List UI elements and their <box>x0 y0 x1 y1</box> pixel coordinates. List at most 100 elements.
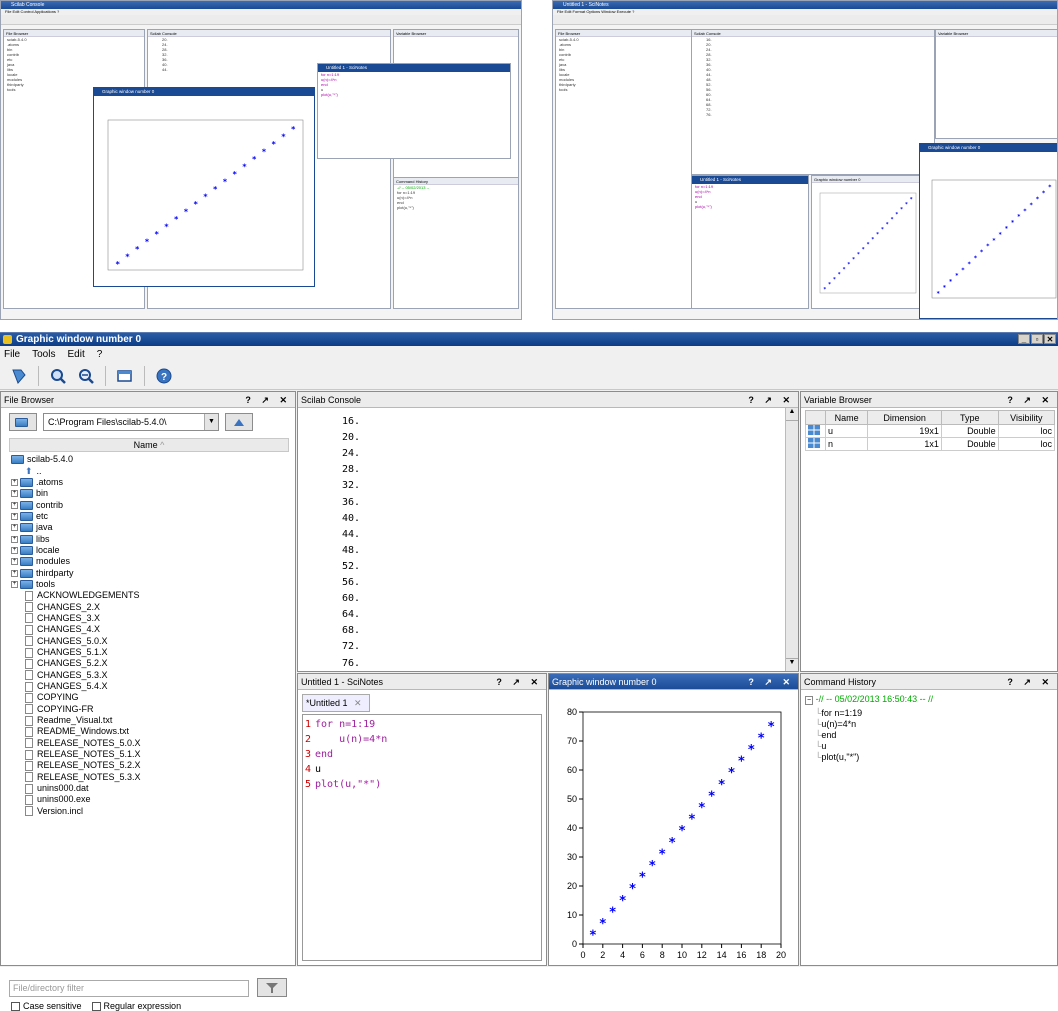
expand-icon[interactable]: + <box>11 512 18 520</box>
folder-item[interactable]: + modules <box>11 556 291 567</box>
code-line[interactable]: for n=1:19 <box>315 719 375 730</box>
folder-item[interactable]: + bin <box>11 488 291 499</box>
zoom-rotate-icon[interactable] <box>8 365 30 387</box>
chevron-down-icon[interactable]: ▼ <box>204 414 218 430</box>
expand-icon[interactable]: + <box>11 580 18 588</box>
expand-icon[interactable]: + <box>11 558 18 566</box>
dock-controls[interactable]: ? ↗ ✕ <box>245 392 291 408</box>
code-line[interactable]: u(n)=4*n <box>315 734 387 745</box>
expand-icon[interactable]: + <box>11 478 18 486</box>
file-item[interactable]: README_Windows.txt <box>11 726 291 737</box>
history-entry[interactable]: └end <box>815 730 836 740</box>
dimension-column-header[interactable]: Dimension <box>867 410 942 425</box>
data-point: * <box>679 824 686 839</box>
dock-controls[interactable]: ? ↗ ✕ <box>1007 674 1053 690</box>
close-button[interactable]: ✕ <box>1044 334 1056 344</box>
case-sensitive-checkbox[interactable]: Case sensitive <box>11 1001 82 1011</box>
datatip-icon[interactable] <box>114 365 136 387</box>
y-tick-label: 10 <box>567 910 577 920</box>
zoom-out-icon[interactable] <box>75 365 97 387</box>
expand-icon[interactable]: + <box>11 524 18 532</box>
toolbar-separator <box>105 365 106 386</box>
open-folder-button[interactable] <box>9 413 37 431</box>
menu-tools[interactable]: Tools <box>32 349 55 360</box>
file-item[interactable]: RELEASE_NOTES_5.3.X <box>11 772 291 783</box>
file-item[interactable]: CHANGES_5.2.X <box>11 658 291 669</box>
folder-item[interactable]: + thirdparty <box>11 567 291 578</box>
console-scrollbar[interactable]: ▲ ▼ <box>785 408 798 671</box>
folder-item[interactable]: + contrib <box>11 499 291 510</box>
file-item[interactable]: RELEASE_NOTES_5.0.X <box>11 738 291 749</box>
history-entry[interactable]: └u(n)=4*n <box>815 719 856 729</box>
tree-root[interactable]: scilab-5.4.0 <box>11 454 291 465</box>
file-item[interactable]: CHANGES_5.0.X <box>11 636 291 647</box>
history-entry[interactable]: └plot(u,"*") <box>815 752 859 762</box>
menu-edit[interactable]: Edit <box>67 349 84 360</box>
history-entry[interactable]: └for n=1:19 <box>815 708 862 718</box>
file-item[interactable]: CHANGES_3.X <box>11 613 291 624</box>
help-icon[interactable]: ? <box>153 365 175 387</box>
console-output[interactable]: 16. 20. 24. 28. 32. 36. 40. 44. 48. 52. 56. 60. 64. 6… <box>298 408 784 737</box>
file-icon <box>25 760 33 771</box>
file-item[interactable]: CHANGES_5.4.X <box>11 681 291 692</box>
maximize-button[interactable]: ▫ <box>1031 334 1043 344</box>
name-column-header[interactable]: Name ^ <box>9 438 289 452</box>
folder-item[interactable]: + locale <box>11 545 291 556</box>
scroll-up-arrow[interactable]: ▲ <box>786 408 798 421</box>
type-column-header[interactable]: Type <box>940 410 999 425</box>
code-line[interactable]: plot(u,"*") <box>315 779 381 790</box>
file-icon <box>25 681 33 692</box>
menu-help[interactable]: ? <box>97 349 103 360</box>
expand-icon[interactable]: + <box>11 569 18 577</box>
visibility-column-header[interactable]: Visibility <box>997 410 1056 425</box>
dock-controls[interactable]: ? ↗ ✕ <box>748 674 794 690</box>
plot-canvas[interactable]: 0 2 4 6 8 10 12 14 16 18 2001020304050607080 *****… <box>549 690 798 965</box>
folder-item[interactable]: + etc <box>11 511 291 522</box>
folder-item[interactable]: + java <box>11 522 291 533</box>
file-item[interactable]: RELEASE_NOTES_5.2.X <box>11 760 291 771</box>
menu-file[interactable]: File <box>4 349 20 360</box>
file-item[interactable]: Readme_Visual.txt <box>11 715 291 726</box>
path-combo[interactable]: C:\Program Files\scilab-5.4.0\ ▼ <box>43 413 219 431</box>
file-item[interactable]: RELEASE_NOTES_5.1.X <box>11 749 291 760</box>
expand-icon[interactable]: + <box>11 546 18 554</box>
file-filter-input[interactable]: File/directory filter <box>9 980 249 997</box>
tab-untitled-1[interactable]: *Untitled 1 ✕ <box>302 694 370 712</box>
history-session[interactable]: − -// -- 05/02/2013 16:50:43 -- // <box>805 694 933 705</box>
code-line[interactable]: end <box>315 749 333 760</box>
history-entry[interactable]: └u <box>815 741 826 751</box>
tree-up[interactable]: ⬆.. <box>11 465 291 476</box>
go-up-button[interactable] <box>225 413 253 431</box>
file-item[interactable]: CHANGES_2.X <box>11 601 291 613</box>
command-history-panel: Command History ? ↗ ✕ − -// -- 05/02/201… <box>800 673 1058 966</box>
file-item[interactable]: CHANGES_4.X <box>11 624 291 635</box>
table-row[interactable]: u 19x1 Double loc <box>805 424 1056 438</box>
file-item[interactable]: COPYING-FR <box>11 704 291 715</box>
regex-checkbox[interactable]: Regular expression <box>91 1001 181 1011</box>
file-item[interactable]: unins000.exe <box>11 794 291 805</box>
folder-item[interactable]: + libs <box>11 533 291 544</box>
table-row[interactable]: n 1x1 Double loc <box>805 437 1056 451</box>
name-column-header[interactable]: Name <box>824 410 869 425</box>
expand-icon[interactable]: + <box>11 490 18 498</box>
dock-controls[interactable]: ? ↗ ✕ <box>496 674 542 690</box>
folder-item[interactable]: + tools <box>11 579 291 590</box>
folder-item[interactable]: + .atoms <box>11 477 291 488</box>
expand-icon[interactable]: + <box>11 501 18 509</box>
expand-icon[interactable]: + <box>11 535 18 543</box>
file-item[interactable]: unins000.dat <box>11 783 291 794</box>
zoom-in-icon[interactable] <box>47 365 69 387</box>
code-editor[interactable]: 1 for n=1:19 2 u(n)=4*n 3 end 4 u 5 plot(u,"*") <box>302 714 542 961</box>
file-item[interactable]: CHANGES_5.3.X <box>11 670 291 681</box>
file-item[interactable]: Version.incl <box>11 806 291 817</box>
code-line[interactable]: u <box>315 764 321 775</box>
filter-button[interactable] <box>257 978 287 997</box>
dock-controls[interactable]: ? ↗ ✕ <box>748 392 794 408</box>
file-item[interactable]: COPYING <box>11 692 291 703</box>
close-tab-icon[interactable]: ✕ <box>354 698 362 708</box>
minimize-button[interactable]: _ <box>1018 334 1030 344</box>
dock-controls[interactable]: ? ↗ ✕ <box>1007 392 1053 408</box>
file-item[interactable]: CHANGES_5.1.X <box>11 647 291 658</box>
file-item[interactable]: ACKNOWLEDGEMENTS <box>11 590 291 601</box>
scroll-down-arrow[interactable]: ▼ <box>786 658 798 671</box>
